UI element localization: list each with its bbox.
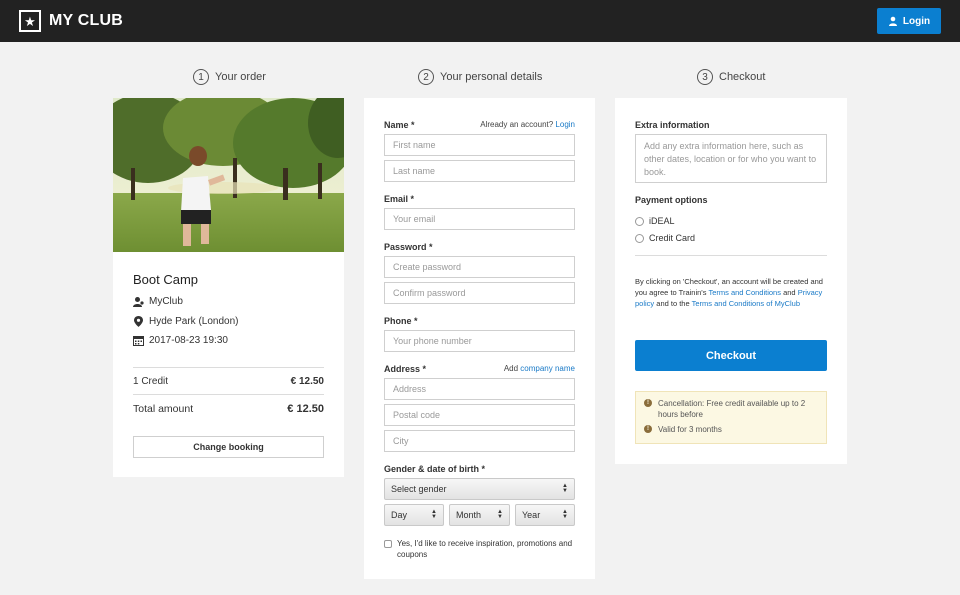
divider xyxy=(133,394,324,395)
company-name-link[interactable]: company name xyxy=(520,364,575,373)
step-label: Your personal details xyxy=(440,71,543,83)
divider xyxy=(635,255,827,256)
step-order: 1 Your order xyxy=(193,68,266,86)
login-button[interactable]: Login xyxy=(877,8,941,34)
payment-options-label: Payment options xyxy=(635,195,708,205)
event-photo xyxy=(113,98,344,252)
ideal-radio[interactable] xyxy=(635,216,644,226)
login-link[interactable]: Login xyxy=(555,120,575,129)
extra-info-label: Extra information xyxy=(635,120,710,130)
map-pin-icon xyxy=(134,316,143,327)
account-login-prompt: Already an account? Login xyxy=(480,120,575,129)
month-select[interactable]: Month ▲ ▼ xyxy=(449,504,510,526)
payment-option-credit-card[interactable]: Credit Card xyxy=(635,233,695,243)
calendar-icon xyxy=(133,336,144,346)
account-prompt-text: Already an account? xyxy=(480,120,554,129)
first-name-input[interactable]: First name xyxy=(384,134,575,156)
day-select-value: Day xyxy=(391,510,408,520)
extra-info-textarea[interactable]: Add any extra information here, such as … xyxy=(635,134,827,183)
event-title: Boot Camp xyxy=(133,272,199,287)
order-card: Boot Camp MyClub Hyde Park (London) 2017… xyxy=(113,98,344,477)
datetime-row: 2017-08-23 19:30 xyxy=(133,335,228,346)
step-number: 1 xyxy=(193,69,209,85)
email-label: Email * xyxy=(384,194,415,204)
personal-details-card: Name * Already an account? Login First n… xyxy=(364,98,595,579)
change-booking-button[interactable]: Change booking xyxy=(133,436,324,458)
newsletter-text: Yes, I'd like to receive inspiration, pr… xyxy=(397,539,573,559)
step-number: 3 xyxy=(697,69,713,85)
password-input[interactable]: Create password xyxy=(384,256,575,278)
last-name-input[interactable]: Last name xyxy=(384,160,575,182)
terms-text-part: and to the xyxy=(656,299,690,308)
credit-card-label: Credit Card xyxy=(649,233,696,243)
logo-text: MY CLUB xyxy=(49,12,123,29)
total-row: Total amount € 12.50 xyxy=(133,403,324,415)
select-arrows-icon: ▲ ▼ xyxy=(431,509,437,520)
user-icon xyxy=(888,16,897,26)
location-row: Hyde Park (London) xyxy=(133,316,239,327)
myclub-terms-link[interactable]: Terms and Conditions of MyClub xyxy=(692,299,800,308)
city-input[interactable]: City xyxy=(384,430,575,452)
club-logo[interactable]: ★ MY CLUB xyxy=(19,9,123,33)
phone-label: Phone * xyxy=(384,316,418,326)
cancellation-note-text: Cancellation: Free credit available up t… xyxy=(658,399,806,419)
trainin-terms-link[interactable]: Terms and Conditions xyxy=(708,288,781,297)
step-number: 2 xyxy=(418,69,434,85)
select-arrows-icon: ▲ ▼ xyxy=(497,509,503,520)
postal-code-input[interactable]: Postal code xyxy=(384,404,575,426)
year-select-value: Year xyxy=(522,510,541,520)
email-input[interactable]: Your email xyxy=(384,208,575,230)
password-label: Password * xyxy=(384,242,433,252)
checkout-card: Extra information Add any extra informat… xyxy=(615,98,847,464)
month-select-value: Month xyxy=(456,510,482,520)
address-input[interactable]: Address xyxy=(384,378,575,400)
gender-select[interactable]: Select gender ▲ ▼ xyxy=(384,478,575,500)
total-amount: € 12.50 xyxy=(287,403,324,415)
login-button-label: Login xyxy=(902,15,931,27)
cancellation-note: ! Cancellation: Free credit available up… xyxy=(644,398,818,420)
checkout-button[interactable]: Checkout xyxy=(635,340,827,371)
name-label: Name * xyxy=(384,120,415,130)
newsletter-option: Yes, I'd like to receive inspiration, pr… xyxy=(384,538,575,560)
user-icon xyxy=(133,297,144,307)
credit-label: 1 Credit xyxy=(133,376,169,387)
step-personal-details: 2 Your personal details xyxy=(418,68,542,86)
club-row: MyClub xyxy=(133,296,183,307)
credit-amount: € 12.50 xyxy=(290,376,324,387)
phone-input[interactable]: Your phone number xyxy=(384,330,575,352)
datetime-text: 2017-08-23 19:30 xyxy=(149,335,228,346)
day-select[interactable]: Day ▲ ▼ xyxy=(384,504,444,526)
step-label: Checkout xyxy=(719,71,766,83)
info-icon: ! xyxy=(644,399,652,407)
add-company-prompt: Add company name xyxy=(504,364,575,373)
terms-text: By clicking on 'Checkout', an account wi… xyxy=(635,276,827,309)
total-label: Total amount xyxy=(133,403,194,415)
info-icon: ! xyxy=(644,425,652,433)
terms-text-part: and xyxy=(783,288,796,297)
payment-option-ideal[interactable]: iDEAL xyxy=(635,216,675,226)
top-bar: ★ MY CLUB Login xyxy=(0,0,960,42)
ideal-label: iDEAL xyxy=(649,216,675,226)
gender-select-value: Select gender xyxy=(391,484,447,494)
club-name: MyClub xyxy=(149,296,183,307)
credit-card-radio[interactable] xyxy=(635,233,644,243)
step-checkout: 3 Checkout xyxy=(697,68,765,86)
location-text: Hyde Park (London) xyxy=(149,316,239,327)
newsletter-checkbox[interactable] xyxy=(384,540,392,548)
select-arrows-icon: ▲ ▼ xyxy=(562,509,568,520)
step-label: Your order xyxy=(215,71,266,83)
validity-note-text: Valid for 3 months xyxy=(658,425,722,434)
year-select[interactable]: Year ▲ ▼ xyxy=(515,504,575,526)
validity-note: ! Valid for 3 months xyxy=(644,424,818,435)
gender-dob-label: Gender & date of birth * xyxy=(384,464,486,474)
star-icon: ★ xyxy=(19,10,41,32)
address-label: Address * xyxy=(384,364,427,374)
divider xyxy=(133,367,324,368)
credit-row: 1 Credit € 12.50 xyxy=(133,376,324,387)
add-text: Add xyxy=(503,364,519,373)
booking-notice: ! Cancellation: Free credit available up… xyxy=(635,391,827,444)
select-arrows-icon: ▲ ▼ xyxy=(562,483,568,494)
confirm-password-input[interactable]: Confirm password xyxy=(384,282,575,304)
